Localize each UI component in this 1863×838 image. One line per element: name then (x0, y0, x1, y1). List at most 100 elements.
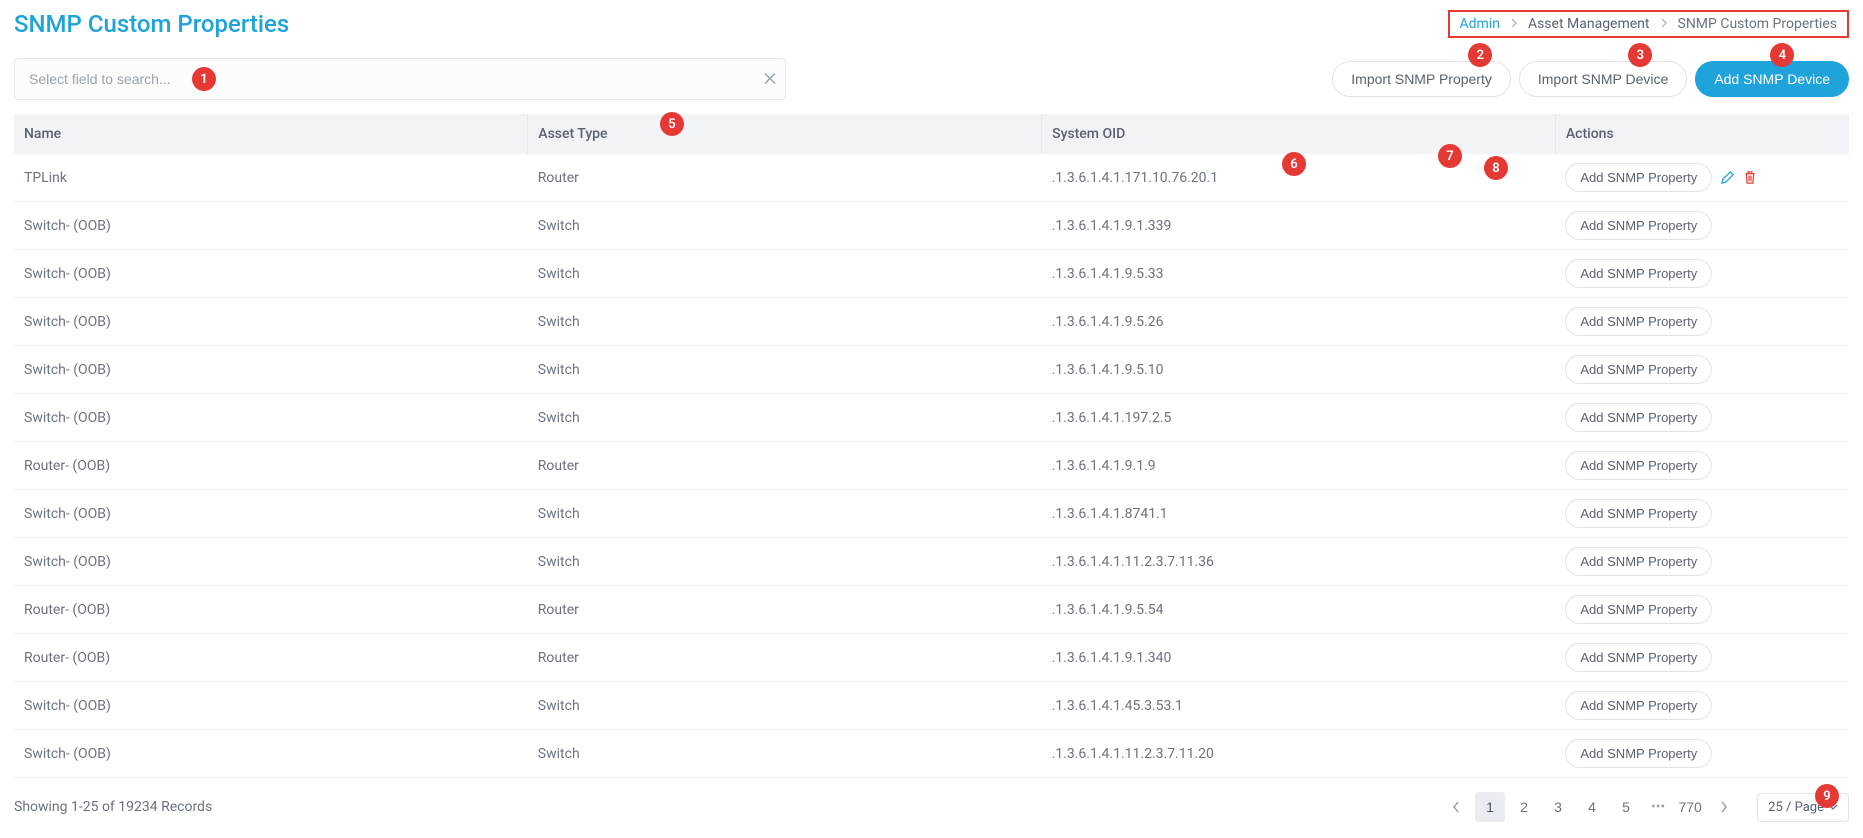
table-row[interactable]: Switch- (OOB)Switch.1.3.6.1.4.1.9.1.339 A… (14, 202, 1849, 250)
add-snmp-property-button[interactable]: Add SNMP Property (1565, 451, 1712, 480)
cell-name: Switch- (OOB) (14, 250, 528, 298)
search-input[interactable] (14, 58, 786, 100)
table-row[interactable]: Switch- (OOB)Switch.1.3.6.1.4.1.11.2.3.7… (14, 538, 1849, 586)
add-snmp-property-button[interactable]: Add SNMP Property (1565, 739, 1712, 768)
cell-system-oid: .1.3.6.1.4.1.9.5.26 (1042, 298, 1556, 346)
add-snmp-property-button[interactable]: Add SNMP Property (1565, 259, 1712, 288)
search-field-wrap: 1 (14, 58, 786, 100)
cell-name: Router- (OOB) (14, 634, 528, 682)
table-row[interactable]: Switch- (OOB)Switch.1.3.6.1.4.1.11.2.3.7… (14, 730, 1849, 778)
pagination: 1 2 3 4 5 ••• 770 25 / Page (1441, 792, 1849, 822)
col-name-header[interactable]: Name (14, 114, 528, 154)
cell-actions: Add SNMP Property (1555, 394, 1849, 442)
toolbar-actions: Import SNMP Property Import SNMP Device … (1332, 61, 1849, 97)
col-asset-type-header[interactable]: Asset Type (528, 114, 1042, 154)
cell-asset-type: Switch (528, 202, 1042, 250)
page-last-button[interactable]: 770 (1675, 792, 1705, 822)
page-prev-button[interactable] (1441, 792, 1471, 822)
page-3-button[interactable]: 3 (1543, 792, 1573, 822)
breadcrumb-asset-management[interactable]: Asset Management (1528, 16, 1650, 32)
table-row[interactable]: Switch- (OOB)Switch.1.3.6.1.4.1.9.5.26Ad… (14, 298, 1849, 346)
cell-name: Router- (OOB) (14, 586, 528, 634)
cell-system-oid: .1.3.6.1.4.1.9.1.339 (1042, 202, 1556, 250)
annotation-marker: 8 (1484, 156, 1508, 180)
breadcrumb-current: SNMP Custom Properties (1678, 16, 1838, 32)
cell-name: Switch- (OOB) (14, 298, 528, 346)
cell-name: Switch- (OOB) (14, 682, 528, 730)
cell-name: Switch- (OOB) (14, 490, 528, 538)
table-row[interactable]: Router- (OOB)Router.1.3.6.1.4.1.9.1.340 A… (14, 634, 1849, 682)
page-ellipsis[interactable]: ••• (1645, 799, 1671, 815)
add-snmp-property-button[interactable]: Add SNMP Property (1565, 547, 1712, 576)
page-5-button[interactable]: 5 (1611, 792, 1641, 822)
cell-name: Switch- (OOB) (14, 202, 528, 250)
cell-asset-type: Switch (528, 682, 1042, 730)
cell-asset-type: Switch (528, 394, 1042, 442)
page-1-button[interactable]: 1 (1475, 792, 1505, 822)
add-snmp-property-button[interactable]: Add SNMP Property (1565, 643, 1712, 672)
cell-name: Switch- (OOB) (14, 730, 528, 778)
chevron-right-icon (1660, 16, 1668, 32)
page-next-button[interactable] (1709, 792, 1739, 822)
cell-asset-type: Router (528, 154, 1042, 202)
clear-icon[interactable] (764, 70, 776, 89)
cell-asset-type: Switch (528, 250, 1042, 298)
cell-system-oid: .1.3.6.1.4.1.9.1.340 (1042, 634, 1556, 682)
table-row[interactable]: TPLinkRouter.1.3.6.1.4.1.171.10.76.20.1A… (14, 154, 1849, 202)
cell-actions: Add SNMP Property (1555, 490, 1849, 538)
add-snmp-property-button[interactable]: Add SNMP Property (1565, 163, 1712, 192)
cell-system-oid: .1.3.6.1.4.1.197.2.5 (1042, 394, 1556, 442)
cell-name: Switch- (OOB) (14, 346, 528, 394)
table-header-row: Name Asset Type System OID Actions (14, 114, 1849, 154)
cell-asset-type: Router (528, 634, 1042, 682)
edit-icon[interactable] (1720, 170, 1735, 185)
add-snmp-property-button[interactable]: Add SNMP Property (1565, 355, 1712, 384)
cell-actions: Add SNMP Property (1555, 442, 1849, 490)
add-snmp-property-button[interactable]: Add SNMP Property (1565, 211, 1712, 240)
table-row[interactable]: Switch- (OOB)Switch.1.3.6.1.4.1.9.5.10Ad… (14, 346, 1849, 394)
table-row[interactable]: Router- (OOB)Router.1.3.6.1.4.1.9.1.9Add… (14, 442, 1849, 490)
cell-actions: Add SNMP Property (1555, 730, 1849, 778)
add-snmp-property-button[interactable]: Add SNMP Property (1565, 595, 1712, 624)
cell-name: Router- (OOB) (14, 442, 528, 490)
cell-asset-type: Router (528, 586, 1042, 634)
add-snmp-device-button[interactable]: Add SNMP Device (1695, 61, 1849, 97)
add-snmp-property-button[interactable]: Add SNMP Property (1565, 403, 1712, 432)
add-snmp-property-button[interactable]: Add SNMP Property (1565, 307, 1712, 336)
cell-system-oid: .1.3.6.1.4.1.9.5.33 (1042, 250, 1556, 298)
cell-actions: Add SNMP Property (1555, 154, 1849, 202)
cell-asset-type: Switch (528, 730, 1042, 778)
cell-system-oid: .1.3.6.1.4.1.11.2.3.7.11.20 (1042, 730, 1556, 778)
cell-actions: Add SNMP Property (1555, 346, 1849, 394)
cell-actions: Add SNMP Property (1555, 538, 1849, 586)
import-snmp-device-button[interactable]: Import SNMP Device (1519, 61, 1687, 97)
annotation-marker: 1 (192, 67, 216, 91)
chevron-right-icon (1510, 16, 1518, 32)
table-row[interactable]: Router- (OOB)Router.1.3.6.1.4.1.9.5.54 Ad… (14, 586, 1849, 634)
cell-system-oid: .1.3.6.1.4.1.9.5.54 (1042, 586, 1556, 634)
page-4-button[interactable]: 4 (1577, 792, 1607, 822)
cell-system-oid: .1.3.6.1.4.1.11.2.3.7.11.36 (1042, 538, 1556, 586)
breadcrumb: Admin Asset Management SNMP Custom Prope… (1448, 10, 1850, 38)
table-row[interactable]: Switch- (OOB)Switch.1.3.6.1.4.1.45.3.53.… (14, 682, 1849, 730)
cell-name: Switch- (OOB) (14, 538, 528, 586)
add-snmp-property-button[interactable]: Add SNMP Property (1565, 691, 1712, 720)
add-snmp-property-button[interactable]: Add SNMP Property (1565, 499, 1712, 528)
table-row[interactable]: Switch- (OOB)Switch.1.3.6.1.4.1.197.2.5 A… (14, 394, 1849, 442)
annotation-marker: 6 (1282, 152, 1306, 176)
cell-system-oid: .1.3.6.1.4.1.9.5.10 (1042, 346, 1556, 394)
breadcrumb-admin[interactable]: Admin (1460, 16, 1500, 32)
cell-system-oid: .1.3.6.1.4.1.9.1.9 (1042, 442, 1556, 490)
col-system-oid-header[interactable]: System OID (1042, 114, 1556, 154)
cell-name: Switch- (OOB) (14, 394, 528, 442)
table-row[interactable]: Switch- (OOB)Switch.1.3.6.1.4.1.8741.1Ad… (14, 490, 1849, 538)
table-row[interactable]: Switch- (OOB)Switch.1.3.6.1.4.1.9.5.33 Ad… (14, 250, 1849, 298)
cell-actions: Add SNMP Property (1555, 634, 1849, 682)
page-title: SNMP Custom Properties (14, 10, 289, 38)
delete-icon[interactable] (1743, 170, 1757, 185)
annotation-marker: 9 (1815, 784, 1839, 808)
cell-system-oid: .1.3.6.1.4.1.45.3.53.1 (1042, 682, 1556, 730)
page-2-button[interactable]: 2 (1509, 792, 1539, 822)
import-snmp-property-button[interactable]: Import SNMP Property (1332, 61, 1511, 97)
cell-asset-type: Switch (528, 490, 1042, 538)
